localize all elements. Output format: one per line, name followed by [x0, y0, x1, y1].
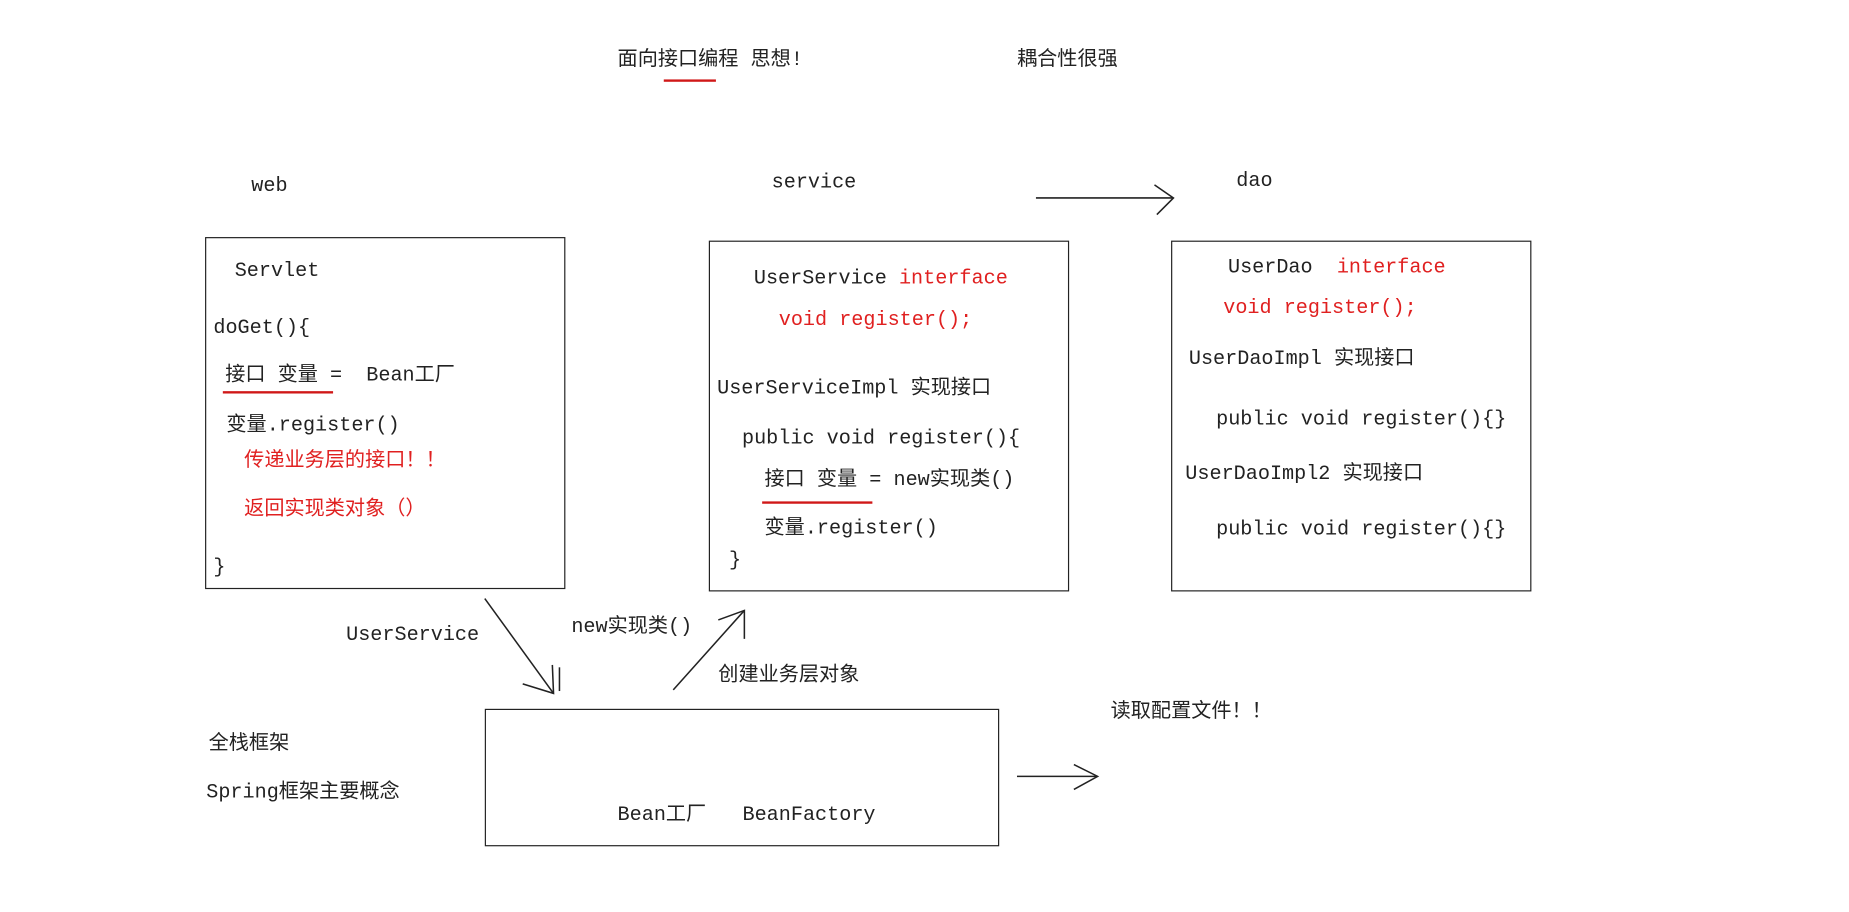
dao-interface-line: UserDao interface [1228, 255, 1446, 283]
dao-impl2-method: public void register(){} [1216, 519, 1507, 542]
arrow-factory-to-config [1016, 763, 1100, 791]
arrow-service-to-dao [1035, 184, 1175, 216]
doget-line: doGet(){ [213, 317, 311, 341]
service-method: void register(); [778, 309, 973, 332]
arrow-web-to-factory [484, 598, 561, 695]
service-interface-keyword: interface [898, 267, 1008, 291]
web-call-line: 变量.register() [226, 414, 400, 438]
service-assign-underline [762, 501, 873, 504]
service-assign-line: 接口 变量 = new实现类() [764, 469, 1015, 492]
dao-interface-name: UserDao [1227, 257, 1313, 280]
layer-service-label: service [771, 171, 857, 195]
full-stack-label: 全栈框架 [208, 733, 290, 757]
service-impl-method: public void register(){ [741, 427, 1021, 451]
user-service-label: UserService [346, 624, 480, 648]
web-assign-underline [222, 391, 334, 394]
service-impl: UserServiceImpl 实现接口 [717, 378, 992, 401]
service-close-brace: } [728, 549, 742, 573]
service-interface-name: UserService [753, 267, 887, 291]
servlet-label: Servlet [234, 260, 320, 284]
dao-interface-keyword: interface [1336, 257, 1446, 280]
layer-web-label: web [251, 175, 288, 198]
web-note-interface: 传递业务层的接口！！ [244, 450, 446, 473]
dao-impl1-method: public void register(){} [1216, 408, 1507, 432]
service-interface-line: UserService interface [754, 266, 1008, 294]
coupling-note: 耦合性很强 [1016, 49, 1118, 73]
service-call-line: 变量.register() [764, 517, 938, 541]
dao-impl2: UserDaoImpl2 实现接口 [1185, 463, 1424, 486]
web-assign-line: 接口 变量 = Bean工厂 [225, 365, 455, 388]
page-title: 面向接口编程 思想! [617, 49, 803, 73]
new-impl-label: new实现类() [571, 616, 693, 639]
create-service-label: 创建业务层对象 [718, 664, 860, 688]
web-note-return: 返回实现类对象（） [244, 499, 426, 522]
spring-concept-label: Spring框架主要概念 [206, 782, 400, 805]
read-config-label: 读取配置文件！！ [1110, 701, 1272, 725]
layer-dao-label: dao [1236, 170, 1273, 194]
bean-factory-label: Bean工厂 BeanFactory [617, 804, 876, 828]
dao-method: void register(); [1223, 297, 1417, 321]
dao-impl1: UserDaoImpl 实现接口 [1188, 348, 1415, 371]
diagram-canvas: 面向接口编程 思想! 耦合性很强 web service dao Servlet… [0, 0, 1849, 911]
web-close-brace: } [213, 557, 226, 580]
title-underline [663, 79, 716, 82]
